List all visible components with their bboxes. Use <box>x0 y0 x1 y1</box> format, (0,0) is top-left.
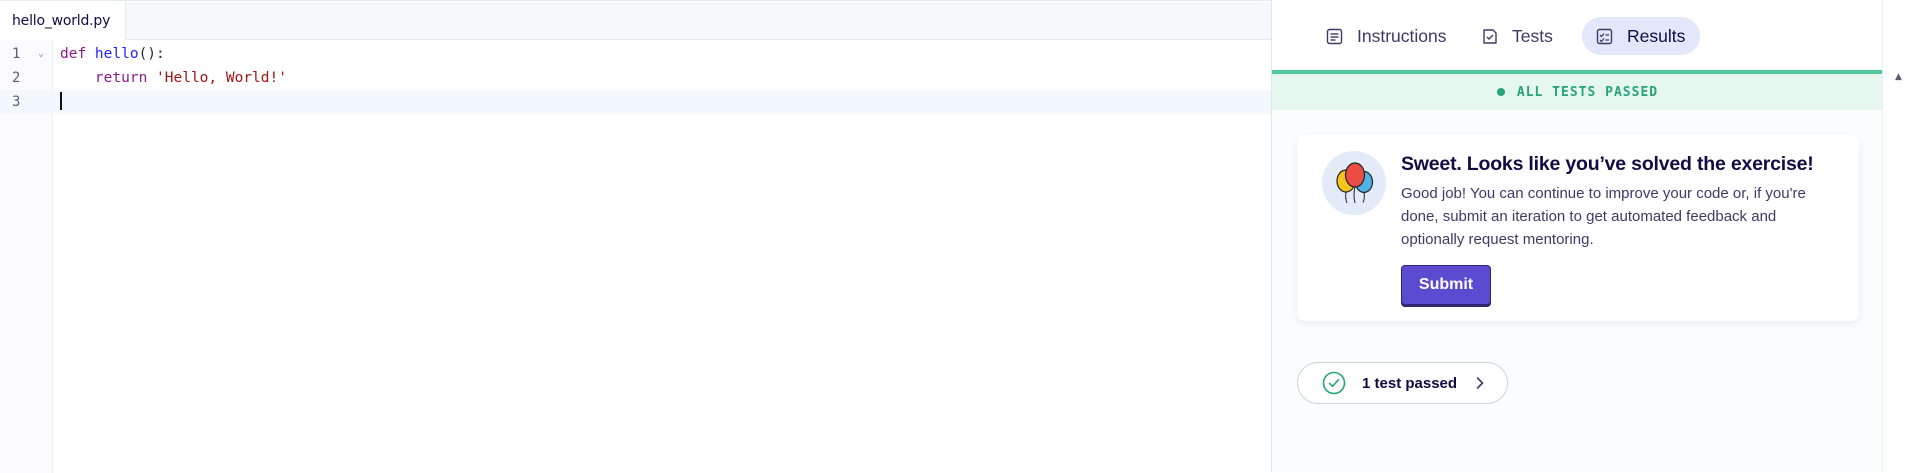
code-text: (): <box>138 46 165 62</box>
code-line[interactable]: def hello(): <box>53 42 1271 66</box>
chevron-right-icon <box>1475 376 1485 390</box>
status-text: ALL TESTS PASSED <box>1516 84 1659 100</box>
tab-label: Tests <box>1512 25 1553 46</box>
tab-results[interactable]: Results <box>1582 17 1701 55</box>
status-dot-icon <box>1496 88 1505 96</box>
tests-summary-label: 1 test passed <box>1362 374 1458 392</box>
code-line[interactable]: return 'Hello, World!' <box>53 66 1271 90</box>
code-keyword: def <box>60 46 95 62</box>
fold-chevron-icon[interactable]: ⌄ <box>38 42 44 66</box>
scrollbar[interactable]: ▲ <box>1882 0 1916 472</box>
code-string: 'Hello, World!' <box>156 70 287 86</box>
line-number: 3 <box>0 90 53 114</box>
code-line-active[interactable] <box>53 90 1271 114</box>
results-icon <box>1596 28 1613 45</box>
status-banner: ALL TESTS PASSED <box>1272 70 1883 110</box>
line-number-text: 2 <box>12 70 21 86</box>
tab-label: Results <box>1627 25 1686 46</box>
card-description: Good job! You can continue to improve yo… <box>1401 185 1806 248</box>
tab-tests[interactable]: Tests <box>1467 17 1568 55</box>
line-number-text: 1 <box>12 46 21 62</box>
line-number: 1 ⌄ <box>0 42 53 66</box>
submit-button[interactable]: Submit <box>1401 265 1491 305</box>
code-editor[interactable]: hello_world.py 1 ⌄ 2 3 def hello(): retu… <box>0 0 1271 473</box>
panel-tab-bar: Instructions Tests Results <box>1272 0 1883 70</box>
app-window: hello_world.py 1 ⌄ 2 3 def hello(): retu… <box>0 0 1916 473</box>
code-area[interactable]: def hello(): return 'Hello, World!' <box>53 40 1271 473</box>
line-number-text: 3 <box>12 94 21 110</box>
text-cursor <box>60 92 62 110</box>
tests-summary-button[interactable]: 1 test passed <box>1297 362 1508 404</box>
code-function-name: hello <box>94 46 139 62</box>
success-card: Sweet. Looks like you’ve solved the exer… <box>1297 135 1859 321</box>
results-panel: Instructions Tests Results ALL TESTS PAS… <box>1271 0 1883 472</box>
check-circle-icon <box>1322 371 1346 395</box>
code-keyword: return <box>94 70 157 86</box>
balloons-icon <box>1322 151 1386 215</box>
tests-icon <box>1481 28 1498 45</box>
editor-tab-bar: hello_world.py <box>0 2 1271 40</box>
tab-label: Instructions <box>1357 25 1447 46</box>
tab-instructions[interactable]: Instructions <box>1312 17 1461 55</box>
line-number: 2 <box>0 66 53 90</box>
card-title: Sweet. Looks like you’ve solved the exer… <box>1401 153 1814 175</box>
instructions-icon <box>1326 28 1343 45</box>
scroll-up-icon[interactable]: ▲ <box>1895 72 1902 82</box>
line-number-gutter: 1 ⌄ 2 3 <box>0 40 53 473</box>
file-tab[interactable]: hello_world.py <box>0 2 126 40</box>
